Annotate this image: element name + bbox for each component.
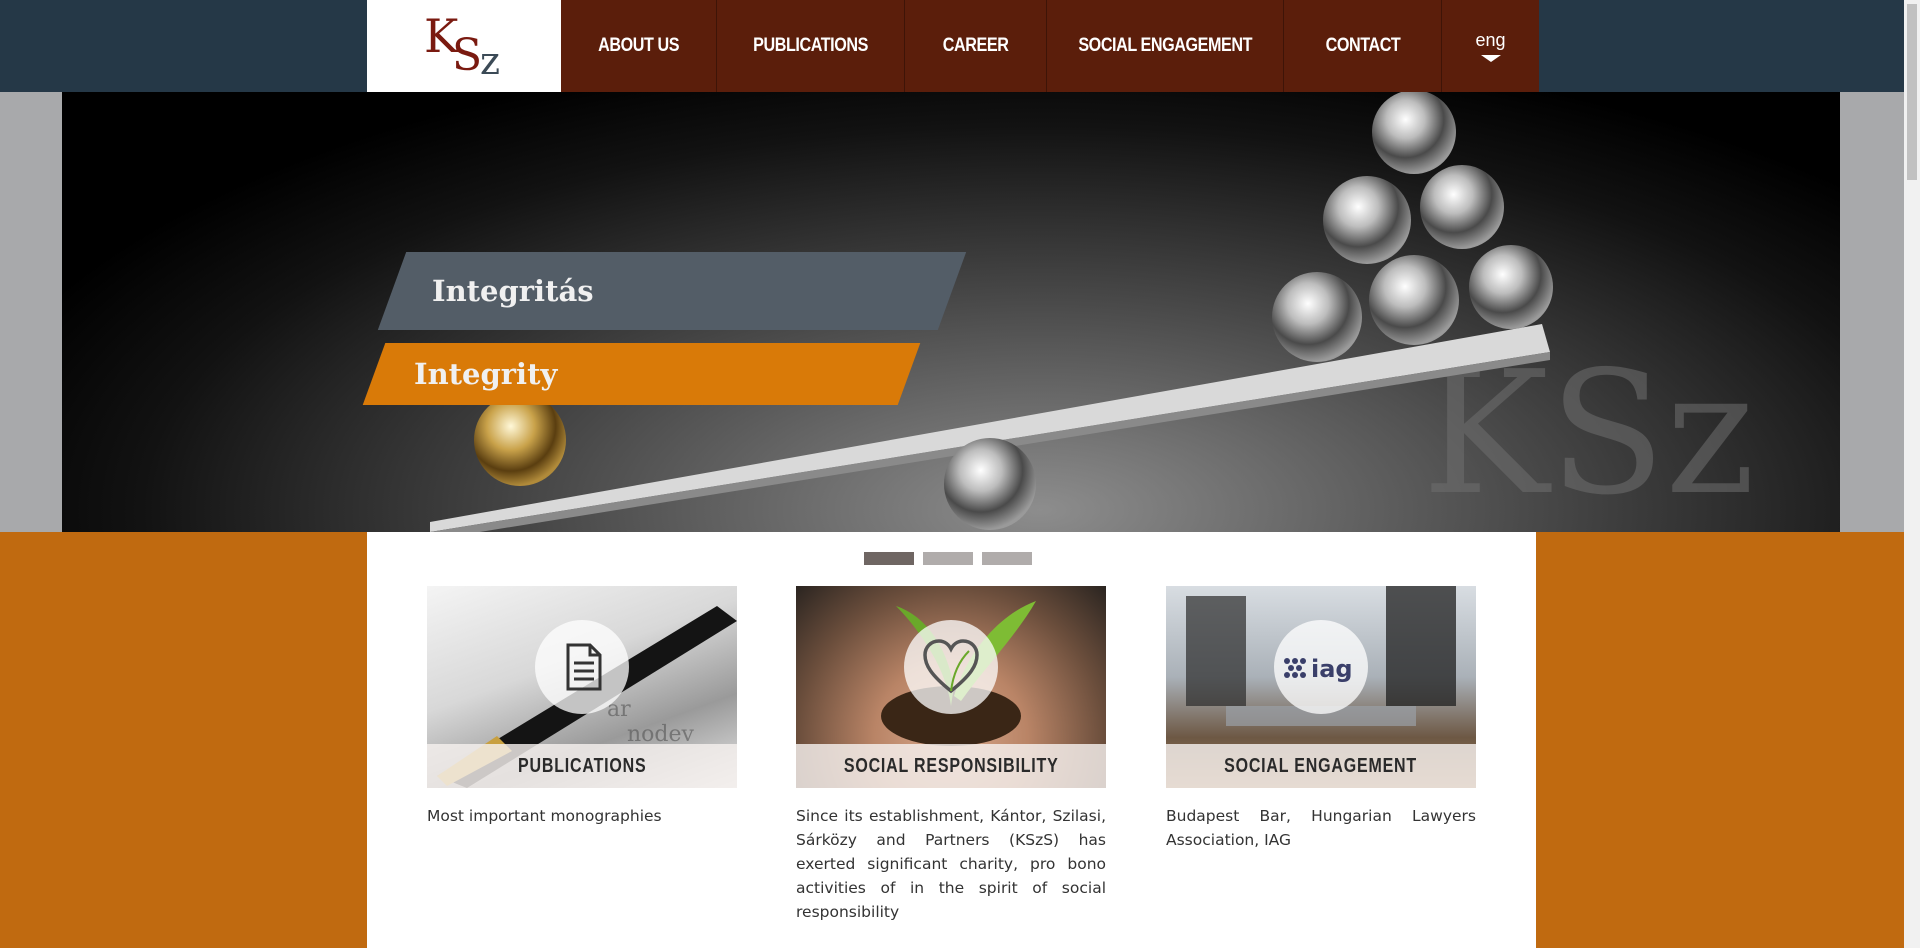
social-engagement-image[interactable]: iag SOCIAL ENGAGEMENT — [1166, 586, 1476, 788]
card-description: Most important monographies — [427, 807, 662, 825]
language-label: eng — [1475, 30, 1506, 50]
nav-contact[interactable]: CONTACT — [1284, 0, 1442, 92]
document-icon — [535, 620, 629, 714]
iag-logo-icon: iag — [1274, 620, 1368, 714]
card-description: Since its establishment, Kántor, Szilasi… — [796, 807, 1106, 921]
card-social-responsibility[interactable]: SOCIAL RESPONSIBILITY Since its establis… — [796, 586, 1106, 924]
slider-pagination — [864, 552, 1032, 565]
main-content: ar nodev PUBLICATIONS Most important mon… — [367, 532, 1536, 948]
card-description: Budapest Bar, Hungarian Lawyers Associat… — [1166, 807, 1476, 849]
nav-publications[interactable]: PUBLICATIONS — [717, 0, 905, 92]
slide-title-english: Integrity — [374, 343, 909, 405]
page-scrollbar[interactable] — [1904, 0, 1920, 948]
language-selector[interactable]: eng — [1442, 0, 1539, 92]
nav-social-engagement[interactable]: SOCIAL ENGAGEMENT — [1047, 0, 1284, 92]
slider-dot-3[interactable] — [982, 552, 1032, 565]
nav-about-us[interactable]: ABOUT US — [561, 0, 717, 92]
chevron-down-icon — [1480, 55, 1501, 62]
slider-dot-1[interactable] — [864, 552, 914, 565]
publications-image[interactable]: ar nodev PUBLICATIONS — [427, 586, 737, 788]
card-title: PUBLICATIONS — [427, 744, 737, 788]
svg-text:iag: iag — [1311, 655, 1353, 683]
card-title: SOCIAL RESPONSIBILITY — [796, 744, 1106, 788]
card-publications[interactable]: ar nodev PUBLICATIONS Most important mon… — [427, 586, 737, 828]
hero-slider: KSz Integritás Integrity — [62, 92, 1840, 532]
card-title: SOCIAL ENGAGEMENT — [1166, 744, 1476, 788]
logo-link[interactable]: K S z — [367, 0, 561, 92]
heart-icon — [904, 620, 998, 714]
slider-dot-2[interactable] — [923, 552, 973, 565]
svg-text:S: S — [452, 30, 482, 81]
nav-career[interactable]: CAREER — [905, 0, 1047, 92]
svg-text:z: z — [480, 39, 500, 82]
scrollbar-thumb[interactable] — [1907, 4, 1917, 180]
card-social-engagement[interactable]: iag SOCIAL ENGAGEMENT Budapest Bar, Hung… — [1166, 586, 1476, 852]
social-responsibility-image[interactable]: SOCIAL RESPONSIBILITY — [796, 586, 1106, 788]
slide-title-hungarian: Integritás — [392, 252, 952, 330]
kszs-logo: K S z — [424, 10, 500, 82]
main-nav: ABOUT US PUBLICATIONS CAREER SOCIAL ENGA… — [561, 0, 1539, 92]
